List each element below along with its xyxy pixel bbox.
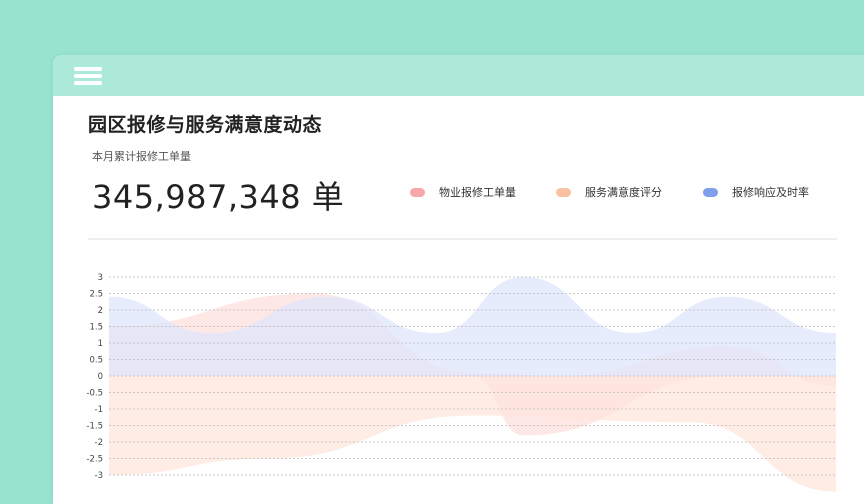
y-tick-label: 3 — [98, 273, 103, 283]
y-tick-label: -2.5 — [86, 455, 103, 465]
y-tick-label: -1 — [95, 405, 103, 415]
y-tick-label: 0.5 — [89, 356, 103, 366]
y-tick-label: 1 — [98, 339, 103, 349]
area-series-1 — [109, 376, 836, 492]
y-tick-label: 0 — [98, 372, 103, 382]
y-tick-label: -3 — [95, 471, 103, 481]
area-chart: 3 2.5 2 1.5 1 0.5 0 -0.5 -1 -1.5 -2 -2.5 -3 — [86, 273, 836, 492]
y-tick-label: 2.5 — [89, 290, 103, 300]
y-tick-label: 2 — [98, 306, 103, 316]
dashboard-card: 园区报修与服务满意度动态 本月累计报修工单量 345,987,348 单 物业报… — [53, 55, 864, 504]
y-tick-label: -0.5 — [86, 389, 103, 399]
y-tick-label: -2 — [95, 438, 103, 448]
y-tick-label: 1.5 — [89, 323, 103, 333]
y-tick-label: -1.5 — [86, 422, 103, 432]
